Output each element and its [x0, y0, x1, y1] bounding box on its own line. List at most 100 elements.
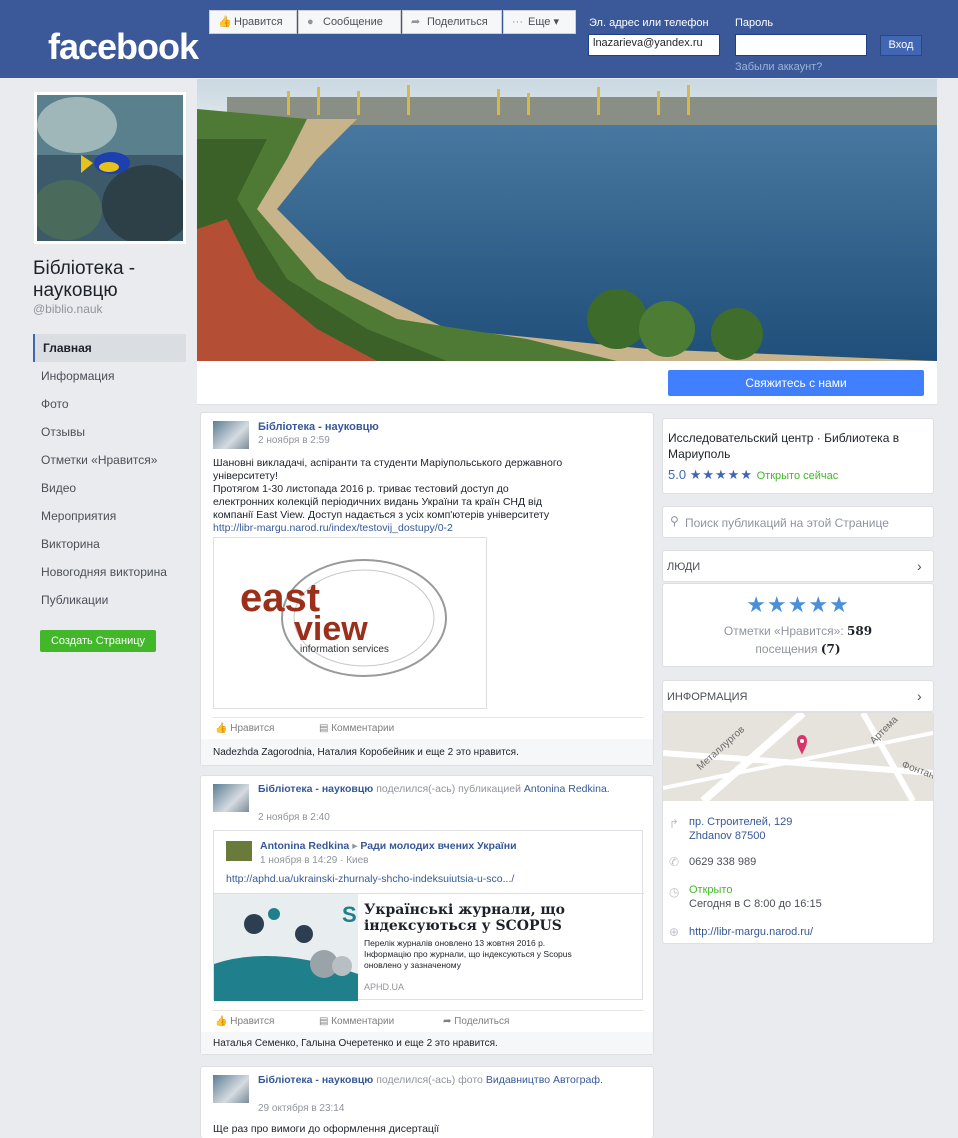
comment-icon: ▤ — [319, 723, 329, 734]
share-arrow-icon: ➦ — [443, 1016, 452, 1027]
post-card: Бібліотека - науковцю поделился(-ась) пу… — [200, 775, 654, 1055]
shared-post-time[interactable]: 1 ноября в 14:29 · Киев — [260, 855, 369, 866]
shared-post-link[interactable]: http://aphd.ua/ukrainski-zhurnaly-shcho-… — [226, 873, 514, 886]
search-box[interactable]: ⚲ Поиск публикаций на этой Странице — [662, 506, 934, 538]
opening-hours[interactable]: Сегодня в С 8:00 до 16:15 — [689, 897, 822, 911]
page-category[interactable]: Исследовательский центр · Библиотека в М… — [668, 430, 918, 462]
link-preview-description-line: оновлено у зазначеному — [364, 960, 461, 970]
visits-label: посещения — [755, 642, 818, 656]
post-text-line: Шановні викладачі, аспіранти та студенти… — [213, 457, 563, 469]
rating-value: 5.0 — [668, 467, 687, 482]
shared-post-group[interactable]: Ради молодих вчених України — [360, 840, 516, 852]
scopus-s-letter-icon: S — [342, 902, 357, 927]
people-card: ★★★★★ Отметки «Нравится»: 589 посещения … — [662, 583, 934, 667]
facebook-logo[interactable]: facebook — [48, 26, 199, 68]
nav-item-events[interactable]: Мероприятия — [33, 502, 186, 530]
post-share-label: Поделиться — [454, 1016, 510, 1027]
post-author[interactable]: Бібліотека - науковцю — [258, 783, 373, 795]
more-dots-icon: ··· — [512, 16, 523, 28]
post-author-avatar[interactable] — [213, 1075, 249, 1103]
post-likes-summary[interactable]: Nadezhda Zagorodnia, Наталия Коробейник … — [201, 739, 653, 765]
message-button[interactable]: ● Сообщение — [298, 10, 401, 34]
post-card: Бібліотека - науковцю 2 ноября в 2:59 Ша… — [200, 412, 654, 766]
nav-item-video[interactable]: Видео — [33, 474, 186, 502]
link-preview-image — [214, 894, 358, 1001]
post-author[interactable]: Бібліотека - науковцю — [258, 421, 379, 433]
info-title: Информация — [667, 691, 748, 703]
post-share-button[interactable]: ➦ Поделиться — [443, 1016, 509, 1027]
nav-item-likes[interactable]: Отметки «Нравится» — [33, 446, 186, 474]
address[interactable]: пр. Строителей, 129 Zhdanov 87500 — [689, 815, 792, 843]
thumbs-up-icon: 👍 — [218, 16, 232, 28]
phone-icon: ✆ — [669, 855, 680, 869]
nav-item-posts[interactable]: Публикации — [33, 586, 186, 614]
shared-from-link[interactable]: Видавництво Автограф. — [486, 1074, 603, 1086]
shared-author-avatar[interactable] — [226, 841, 252, 861]
share-page-label: Поделиться — [427, 16, 488, 28]
page-avatar[interactable] — [34, 92, 186, 244]
shared-post-header: Antonina Redkina ▸ Ради молодих вчених У… — [260, 840, 517, 853]
post-time[interactable]: 2 ноября в 2:59 — [258, 435, 330, 446]
post-author-avatar[interactable] — [213, 421, 249, 449]
website-link[interactable]: http://libr-margu.narod.ru/ — [689, 925, 813, 939]
nav-item-home[interactable]: Главная — [33, 334, 186, 362]
post-image-eastview[interactable]: east view information services — [213, 537, 487, 709]
link-preview-title-line: Українські журнали, що — [364, 902, 565, 918]
thumbs-up-icon: 👍 — [215, 1016, 228, 1027]
link-preview[interactable]: S Українські журнали, що індексуються у … — [214, 893, 644, 1001]
nav-item-newyear-quiz[interactable]: Новогодняя викторина — [33, 558, 186, 586]
post-action-text: поделился(-ась) публикацией — [376, 783, 521, 795]
post-like-button[interactable]: 👍 Нравится — [215, 1016, 274, 1027]
more-button[interactable]: ··· Еще ▾ — [503, 10, 576, 34]
chevron-right-icon: › — [917, 688, 922, 704]
likes-label: Отметки «Нравится»: — [723, 624, 844, 638]
eastview-word-view: view — [294, 610, 368, 648]
nav-item-info[interactable]: Информация — [33, 362, 186, 390]
nav-item-photos[interactable]: Фото — [33, 390, 186, 418]
link-preview-domain: APHD.UA — [364, 982, 405, 992]
like-page-button[interactable]: 👍 Нравится — [209, 10, 297, 34]
password-label: Пароль — [735, 17, 774, 29]
post-time[interactable]: 2 ноября в 2:40 — [258, 812, 330, 823]
share-page-button[interactable]: ➦ Поделиться — [402, 10, 502, 34]
link-preview-title: Українські журнали, що індексуються у SC… — [364, 902, 640, 934]
shared-post-author[interactable]: Antonina Redkina — [260, 840, 349, 852]
post-time[interactable]: 29 октября в 23:14 — [258, 1103, 344, 1114]
post-likes-summary[interactable]: Наталья Семенко, Галына Очеретенко и еще… — [201, 1032, 653, 1054]
likes-count: 589 — [847, 624, 873, 638]
shared-author-link[interactable]: Antonina Redkina. — [524, 783, 610, 795]
create-page-button[interactable]: Создать Страницу — [40, 630, 156, 652]
visits-stat[interactable]: посещения (7) — [663, 642, 933, 656]
info-header[interactable]: Информация › — [662, 680, 934, 712]
email-field[interactable]: lnazarieva@yandex.ru — [588, 34, 720, 56]
nav-item-reviews[interactable]: Отзывы — [33, 418, 186, 446]
nav-item-quiz[interactable]: Викторина — [33, 530, 186, 558]
cover-photo[interactable] — [197, 79, 937, 361]
about-card: Исследовательский центр · Библиотека в М… — [662, 418, 934, 494]
info-card: Металлургов Артема Фонтан ↱ пр. Строител… — [662, 712, 934, 944]
password-field[interactable] — [735, 34, 867, 56]
post-comment-button[interactable]: ▤ Комментарии — [319, 723, 394, 734]
search-input[interactable]: Поиск публикаций на этой Странице — [685, 516, 889, 530]
post-author[interactable]: Бібліотека - науковцю — [258, 1074, 373, 1086]
login-button[interactable]: Вход — [880, 35, 922, 56]
page-title[interactable]: Бібліотека - науковцю — [33, 258, 193, 302]
rating-stars-icon: ★★★★★ — [689, 467, 753, 482]
phone-number[interactable]: 0629 338 989 — [689, 855, 756, 869]
people-header[interactable]: Люди › — [662, 550, 934, 582]
post-header: Бібліотека - науковцю поделился(-ась) фо… — [258, 1074, 648, 1087]
address-line: Zhdanov 87500 — [689, 830, 766, 842]
post-like-button[interactable]: 👍 Нравится — [215, 723, 274, 734]
page-handle: @biblio.nauk — [33, 302, 103, 316]
post-author-avatar[interactable] — [213, 784, 249, 812]
chevron-right-icon: › — [917, 558, 922, 574]
open-status: Открыто — [689, 884, 733, 896]
location-map[interactable]: Металлургов Артема Фонтан — [663, 713, 933, 801]
likes-stat[interactable]: Отметки «Нравится»: 589 — [663, 624, 933, 638]
people-title: Люди — [667, 561, 701, 573]
contact-us-button[interactable]: Свяжитесь с нами — [668, 370, 924, 396]
forgot-account-link[interactable]: Забыли аккаунт? — [735, 61, 822, 73]
post-link[interactable]: http://libr-margu.narod.ru/index/testovi… — [213, 522, 645, 535]
post-comment-button[interactable]: ▤ Комментарии — [319, 1016, 394, 1027]
rating-row[interactable]: 5.0 ★★★★★ Открыто сейчас — [668, 467, 838, 483]
